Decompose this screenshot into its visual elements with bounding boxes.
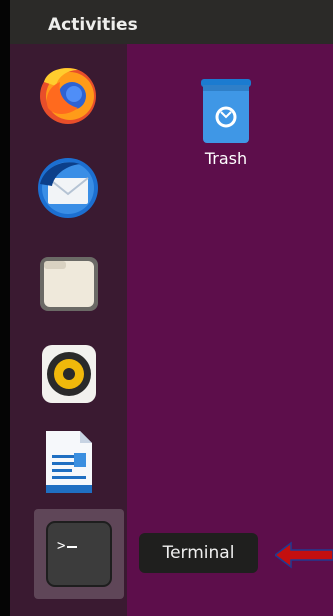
- top-bar: Activities: [10, 0, 333, 44]
- dock-item-firefox[interactable]: [34, 60, 102, 128]
- thunderbird-icon: [38, 158, 98, 218]
- dock-item-thunderbird[interactable]: [34, 154, 102, 222]
- desktop: Trash: [127, 44, 333, 616]
- desktop-item-trash[interactable]: Trash: [197, 79, 277, 179]
- dock-tooltip: Terminal: [139, 533, 258, 573]
- files-icon: [40, 257, 98, 311]
- firefox-icon: [40, 68, 96, 124]
- rhythmbox-icon: [42, 345, 96, 403]
- dock-item-terminal[interactable]: >: [45, 520, 113, 588]
- terminal-icon: >: [46, 521, 112, 587]
- annotation-arrow-icon: [275, 541, 333, 569]
- svg-text:>: >: [57, 538, 65, 554]
- dock-item-rhythmbox[interactable]: [34, 339, 102, 407]
- dock-item-files[interactable]: [34, 249, 102, 317]
- activities-button[interactable]: Activities: [48, 15, 138, 35]
- dock-item-writer[interactable]: [34, 427, 102, 495]
- screen-edge: [0, 0, 10, 616]
- tooltip-text: Terminal: [162, 543, 235, 563]
- trash-label: Trash: [204, 149, 248, 168]
- dock: >: [10, 44, 127, 616]
- writer-icon: [46, 431, 92, 493]
- trash-icon: [201, 79, 251, 143]
